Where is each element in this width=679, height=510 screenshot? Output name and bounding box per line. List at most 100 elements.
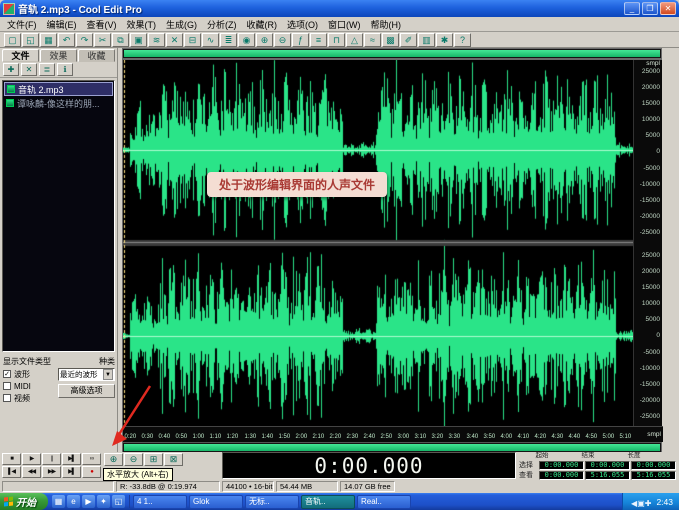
zoom-in-horizontal-button[interactable]: ⊕ — [256, 33, 273, 47]
menu-item[interactable]: 文件(F) — [2, 17, 42, 32]
horizontal-overview-scrollbar[interactable] — [122, 48, 662, 59]
record-button[interactable]: ● — [82, 466, 101, 478]
file-list-item[interactable]: 音轨 2.mp3 — [4, 82, 113, 96]
copy-button[interactable]: ⧉ — [112, 33, 129, 47]
menu-item[interactable]: 生成(G) — [161, 17, 202, 32]
mix-paste-button[interactable]: ≋ — [148, 33, 165, 47]
sort-dropdown[interactable]: 最近的波形 ▼ — [58, 368, 115, 381]
trim-button[interactable]: ⊟ — [184, 33, 201, 47]
menu-item[interactable]: 分析(Z) — [202, 17, 242, 32]
antivirus-icon[interactable]: ✚ — [645, 499, 652, 508]
normalize-button[interactable]: ⊓ — [328, 33, 345, 47]
import-file-button[interactable]: ✚ — [3, 63, 19, 76]
save-file-button[interactable]: ▦ — [40, 33, 57, 47]
insert-to-multitrack-button[interactable]: ≣ — [39, 63, 55, 76]
show-desktop-icon[interactable]: ▦ — [52, 495, 65, 508]
file-list-item[interactable]: 谭咏麟-像这样的朋... — [4, 96, 113, 110]
advanced-options-button[interactable]: 高级选项 — [58, 384, 115, 398]
pause-button[interactable]: || — [42, 453, 61, 465]
cut-button[interactable]: ✂ — [94, 33, 111, 47]
amplitude-ruler[interactable]: smpl 2500020000150001000050000-5000-1000… — [633, 60, 662, 426]
file-list[interactable]: 音轨 2.mp3 谭咏麟-像这样的朋... — [2, 80, 115, 352]
display-icon[interactable]: ▣ — [637, 499, 645, 508]
checkbox[interactable] — [3, 370, 11, 378]
multitrack-view-button[interactable]: ≣ — [220, 33, 237, 47]
redo-button[interactable]: ↷ — [76, 33, 93, 47]
zoom-in-button[interactable]: ⊕ — [104, 453, 123, 466]
overview-bar[interactable] — [124, 444, 660, 451]
options-button[interactable]: ✱ — [436, 33, 453, 47]
checkbox[interactable] — [3, 382, 11, 390]
maximize-button[interactable]: ❐ — [642, 2, 658, 15]
time-tick-label: 3:00 — [398, 433, 410, 439]
loop-play-button[interactable]: ∞ — [82, 453, 101, 465]
msn-icon[interactable]: ✦ — [97, 495, 110, 508]
zoom-out-button[interactable]: ⊖ — [124, 453, 143, 466]
fast-forward-button[interactable]: ▶▶ — [42, 466, 61, 478]
waveform-canvas[interactable] — [123, 60, 633, 426]
play-to-end-button[interactable]: ▶▌ — [62, 453, 81, 465]
time-ruler[interactable]: 0:200:300:400:501:001:101:201:301:401:50… — [123, 426, 633, 442]
help-button[interactable]: ? — [454, 33, 471, 47]
zoom-out-horizontal-button[interactable]: ⊖ — [274, 33, 291, 47]
start-button[interactable]: 开始 — [0, 493, 48, 510]
go-to-start-button[interactable]: ▌◀ — [2, 466, 21, 478]
minimize-button[interactable]: _ — [624, 2, 640, 15]
cd-burn-button[interactable]: ◉ — [238, 33, 255, 47]
menu-item[interactable]: 查看(V) — [82, 17, 122, 32]
task-button[interactable]: 音轨.. — [301, 495, 355, 509]
file-type-row[interactable]: 波形 — [3, 368, 55, 380]
ruler-tick-label: 5000 — [634, 316, 660, 323]
rewind-button[interactable]: ◀◀ — [22, 466, 41, 478]
menu-item[interactable]: 效果(T) — [122, 17, 162, 32]
zoom-full-button[interactable]: ⊞ — [144, 453, 163, 466]
menu-item[interactable]: 收藏(R) — [242, 17, 283, 32]
ie-icon[interactable]: e — [67, 495, 80, 508]
time-value-field[interactable]: 5:16.055 — [631, 471, 676, 480]
menu-item[interactable]: 窗口(W) — [323, 17, 366, 32]
play-button[interactable]: ▶ — [22, 453, 41, 465]
task-button[interactable]: 无标.. — [245, 495, 299, 509]
close-file-button[interactable]: ✕ — [21, 63, 37, 76]
amplify-button[interactable]: △ — [346, 33, 363, 47]
overview-bar[interactable] — [124, 50, 660, 57]
menu-item[interactable]: 选项(O) — [282, 17, 323, 32]
convert-sample-type-button[interactable]: ∿ — [202, 33, 219, 47]
time-value-field[interactable]: 0:00.000 — [631, 461, 676, 470]
menu-item[interactable]: 编辑(E) — [42, 17, 82, 32]
task-button[interactable]: 4 1.. — [133, 495, 187, 509]
new-file-button[interactable]: ▢ — [4, 33, 21, 47]
stop-button[interactable]: ■ — [2, 453, 21, 465]
task-button[interactable]: Glok — [189, 495, 243, 509]
monitor-record-level-button[interactable]: ▥ — [418, 33, 435, 47]
organizer-tab[interactable]: 效果 — [40, 49, 77, 62]
spectral-view-button[interactable]: ▩ — [382, 33, 399, 47]
time-value-field[interactable]: 0:00.000 — [539, 461, 584, 470]
noise-reduction-button[interactable]: ≈ — [364, 33, 381, 47]
chevron-down-icon[interactable]: ▼ — [103, 369, 113, 380]
delete-button[interactable]: ✕ — [166, 33, 183, 47]
effects-rack-button[interactable]: ƒ — [292, 33, 309, 47]
media-player-icon[interactable]: ▶ — [82, 495, 95, 508]
horizontal-zoom-scrollbar[interactable] — [123, 442, 661, 452]
time-value-field[interactable]: 0:00.000 — [585, 461, 630, 470]
time-value-field[interactable]: 5:16.055 — [585, 471, 630, 480]
organizer-tab[interactable]: 收藏 — [78, 49, 115, 62]
checkbox[interactable] — [3, 394, 11, 402]
time-value-field[interactable]: 0:00.000 — [539, 471, 584, 480]
open-file-button[interactable]: ◱ — [22, 33, 39, 47]
undo-button[interactable]: ↶ — [58, 33, 75, 47]
paste-button[interactable]: ▣ — [130, 33, 147, 47]
close-button[interactable]: ✕ — [660, 2, 676, 15]
go-to-end-button[interactable]: ▶▌ — [62, 466, 81, 478]
menu-item[interactable]: 帮助(H) — [366, 17, 407, 32]
zoom-selection-button[interactable]: ⊠ — [164, 453, 183, 466]
file-properties-button[interactable]: ℹ — [57, 63, 73, 76]
file-type-row[interactable]: 视频 — [3, 392, 55, 404]
organizer-tab[interactable]: 文件 — [2, 49, 39, 62]
folder-icon[interactable]: ◱ — [112, 495, 125, 508]
task-button[interactable]: Real.. — [357, 495, 411, 509]
file-type-row[interactable]: MIDI — [3, 380, 55, 392]
script-button[interactable]: ✐ — [400, 33, 417, 47]
eq-button[interactable]: ≡ — [310, 33, 327, 47]
